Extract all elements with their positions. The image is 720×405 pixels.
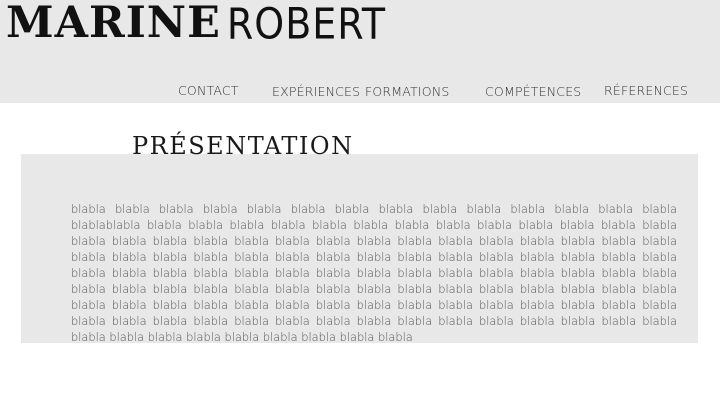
- nav-link-references[interactable]: RÉFERENCES: [604, 83, 688, 98]
- nav-link-formations[interactable]: FORMATIONS: [365, 84, 450, 99]
- site-header: MARINE ROBERT CONTACT EXPÉRIENCES FORMATI…: [0, 0, 720, 103]
- nav-link-contact[interactable]: CONTACT: [178, 83, 239, 98]
- logo-last-name: ROBERT: [226, 0, 387, 49]
- logo-first-name: MARINE: [6, 0, 221, 48]
- nav-link-experiences[interactable]: EXPÉRIENCES: [272, 84, 360, 99]
- nav-link-competences[interactable]: COMPÉTENCES: [485, 84, 581, 99]
- presentation-text: blabla blabla blabla blabla blabla blabl…: [71, 202, 677, 344]
- site-logo[interactable]: MARINE ROBERT: [6, 0, 387, 49]
- section-title: PRÉSENTATION: [132, 132, 354, 160]
